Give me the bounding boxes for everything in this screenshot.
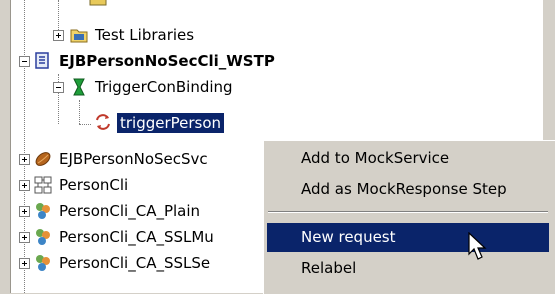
- expand-icon[interactable]: [19, 180, 30, 191]
- project-icon: [36, 255, 50, 271]
- expand-icon[interactable]: [19, 206, 30, 217]
- menu-item-add-as-mockresponse-step[interactable]: Add as MockResponse Step: [267, 175, 549, 204]
- tree-item-label: PersonCli_CA_SSLSe: [59, 254, 211, 272]
- project-icon: [36, 203, 50, 219]
- menu-item-label: New request: [301, 228, 396, 246]
- tree-item-label: EJBPersonNoSecCli_WSTP: [59, 52, 275, 70]
- tree-item-test-libraries[interactable]: Test Libraries: [11, 22, 543, 48]
- expand-icon[interactable]: [19, 232, 30, 243]
- menu-separator: [268, 211, 548, 213]
- tree-item-label: PersonCli_CA_Plain: [59, 202, 201, 220]
- menu-item-relabel[interactable]: Relabel: [267, 254, 549, 283]
- operation-icon: [96, 114, 110, 130]
- context-menu: Add to MockService Add as MockResponse S…: [263, 140, 555, 294]
- project-icon: [36, 229, 50, 245]
- tree-item-label: triggerPerson: [117, 113, 225, 133]
- component-icon: [34, 176, 52, 194]
- mouse-cursor-icon: [468, 232, 487, 260]
- folder-icon: [70, 29, 88, 43]
- menu-item-label: Add to MockService: [301, 149, 450, 167]
- tree-item-label: PersonCli: [59, 176, 129, 194]
- expand-icon[interactable]: [19, 258, 30, 269]
- menu-item-label: Add as MockResponse Step: [301, 180, 507, 198]
- menu-item-label: Relabel: [301, 259, 357, 277]
- ejb-bean-icon: [35, 152, 51, 166]
- menu-item-new-request[interactable]: New request: [267, 223, 549, 252]
- collapse-icon[interactable]: [53, 82, 64, 93]
- tree-item-label: EJBPersonNoSecSvc: [59, 150, 208, 168]
- binding-icon: [73, 78, 85, 96]
- expand-icon[interactable]: [53, 30, 64, 41]
- tree-item-label: PersonCli_CA_SSLMu: [59, 228, 214, 246]
- expand-icon[interactable]: [19, 154, 30, 165]
- tree-item-triggerconbinding[interactable]: TriggerConBinding: [11, 74, 543, 100]
- folder-icon: [89, 0, 107, 6]
- tree-item-triggerperson[interactable]: triggerPerson: [11, 110, 543, 136]
- collapse-icon[interactable]: [19, 56, 30, 67]
- interface-icon: [35, 52, 49, 69]
- tree-item-label: Test Libraries: [95, 26, 195, 44]
- menu-item-add-to-mockservice[interactable]: Add to MockService: [267, 144, 549, 173]
- tree-item-label: TriggerConBinding: [95, 78, 233, 96]
- tree-item-ejbpersonnoseccli-wstp[interactable]: EJBPersonNoSecCli_WSTP: [11, 48, 543, 74]
